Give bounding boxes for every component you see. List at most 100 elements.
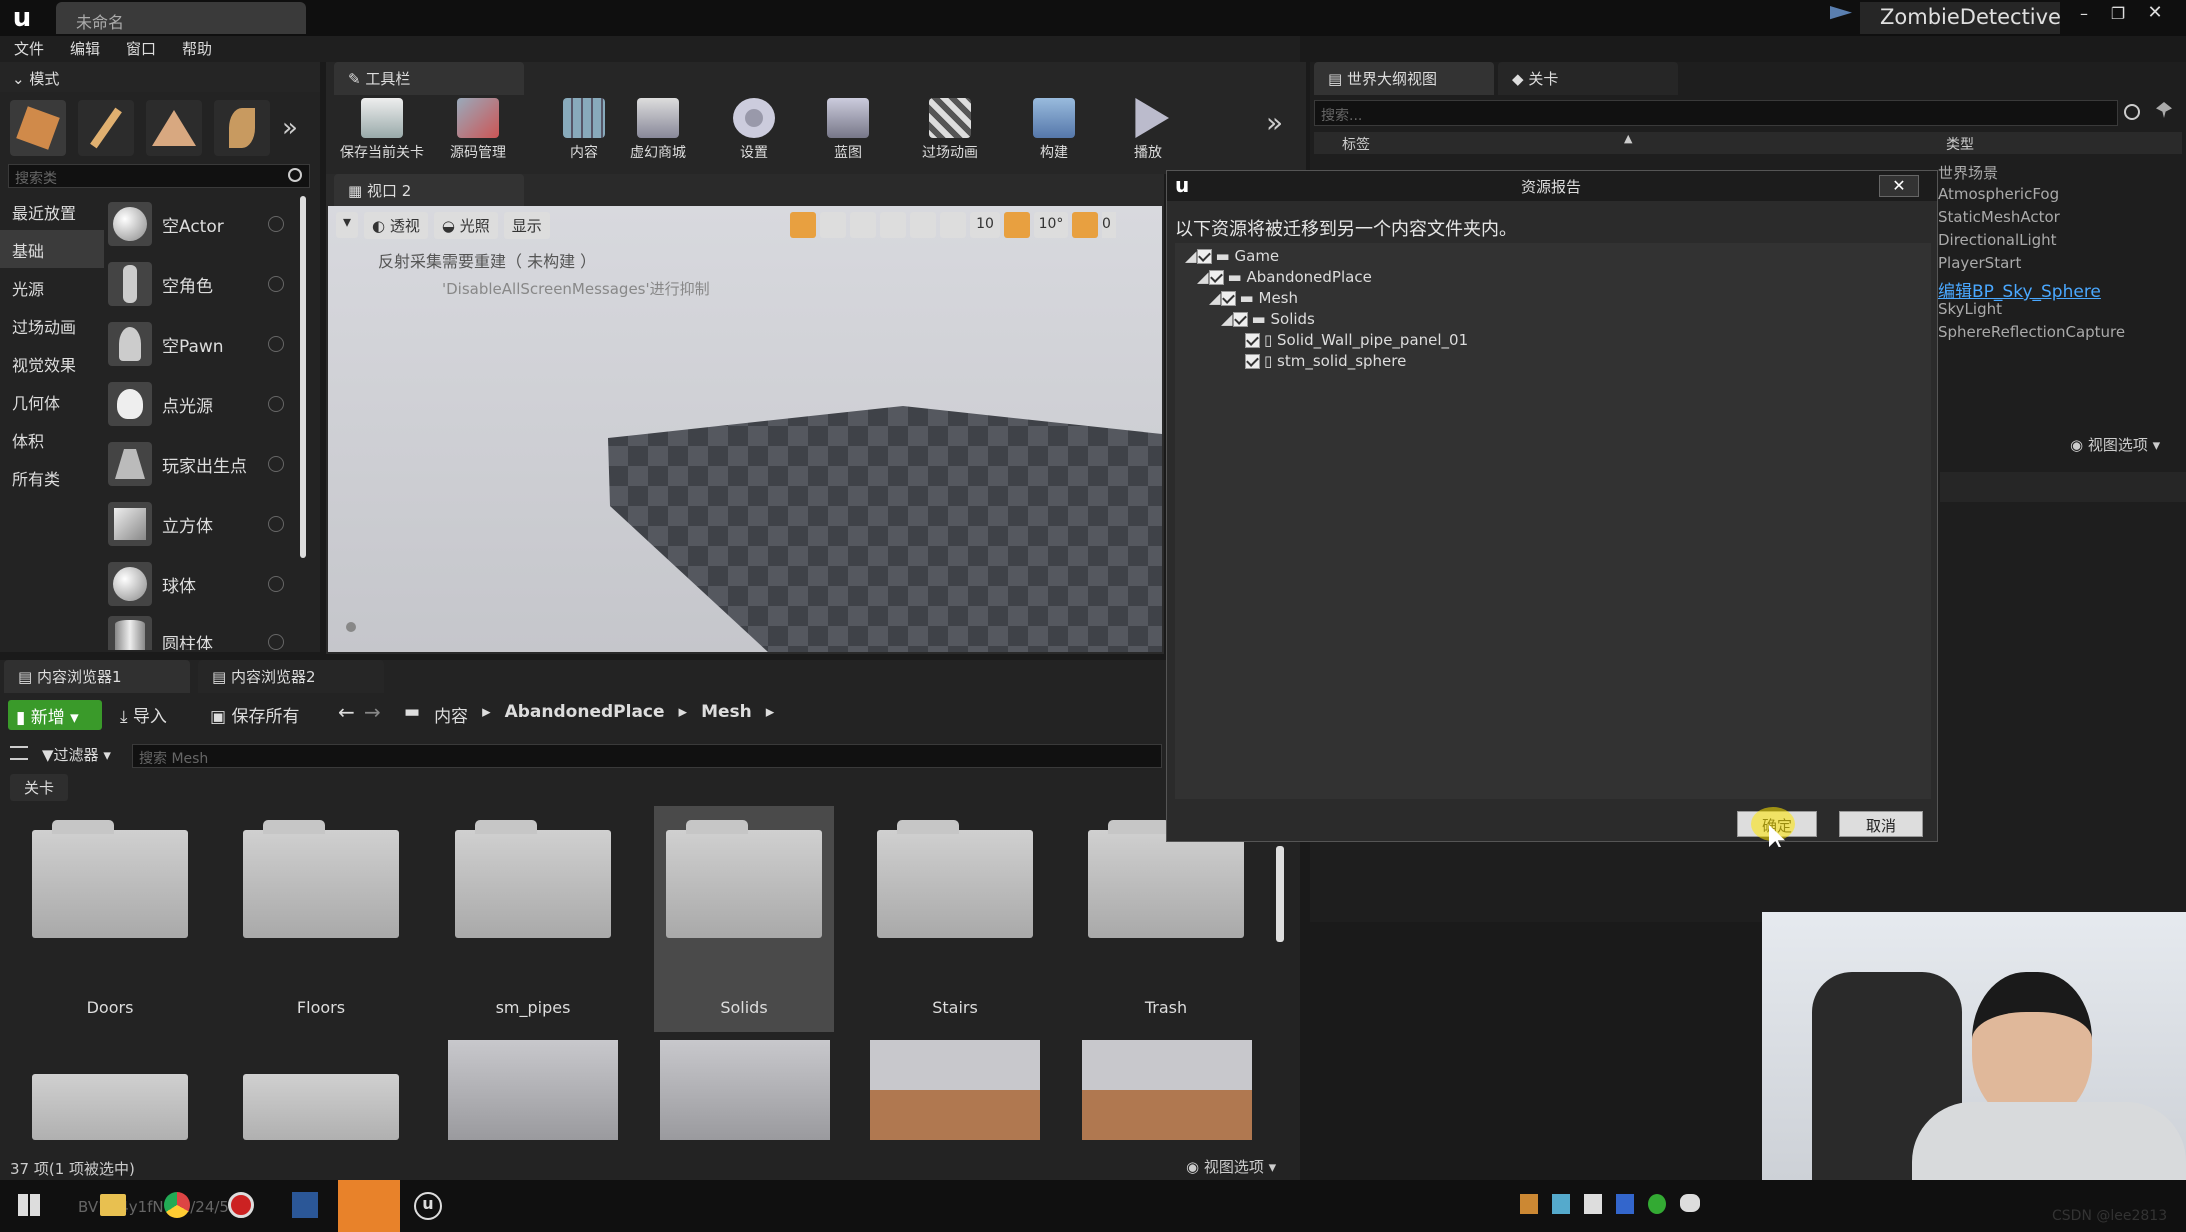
- place-item-empty-actor[interactable]: 空Actor: [108, 196, 298, 252]
- filters-dropdown[interactable]: ▼过滤器 ▾: [42, 744, 111, 765]
- tab-content-browser-2[interactable]: ▤ 内容浏览器2: [198, 660, 384, 693]
- category-lights[interactable]: 光源: [0, 268, 104, 306]
- help-icon[interactable]: [268, 634, 284, 650]
- folder-tile-partial[interactable]: [32, 1074, 188, 1140]
- grid-size-value[interactable]: 10: [970, 212, 1000, 238]
- tray-app-icon[interactable]: [1584, 1194, 1602, 1214]
- close-button[interactable]: ✕: [2140, 2, 2170, 26]
- content-scrollbar[interactable]: [1276, 846, 1284, 942]
- pin-icon[interactable]: [2156, 102, 2172, 118]
- help-icon[interactable]: [268, 576, 284, 592]
- folder-tile-doors[interactable]: Doors: [20, 820, 200, 1017]
- windows-start-icon[interactable]: [18, 1194, 40, 1216]
- perspective-button[interactable]: ◐ 透视: [364, 212, 428, 239]
- import-button[interactable]: ⤓ 导入: [120, 702, 167, 727]
- asset-thumbnail[interactable]: [448, 1040, 618, 1140]
- viewport-options-dropdown[interactable]: ▾: [336, 212, 358, 238]
- modes-scrollbar[interactable]: [300, 196, 306, 558]
- place-item-empty-character[interactable]: 空角色: [108, 256, 298, 312]
- column-type[interactable]: 类型: [1946, 134, 1974, 154]
- tree-node-asset[interactable]: ▯ stm_solid_sphere: [1245, 352, 1406, 370]
- outliner-item[interactable]: 世界场景: [1938, 162, 1998, 183]
- tray-app-icon[interactable]: [1616, 1194, 1634, 1214]
- tree-node-mesh[interactable]: ◢ ▬ Mesh: [1209, 289, 1298, 307]
- save-level-button[interactable]: 保存当前关卡: [334, 98, 430, 162]
- tray-app-icon[interactable]: [1520, 1194, 1538, 1214]
- content-search-input[interactable]: 搜索 Mesh: [132, 744, 1162, 768]
- grid-snap-icon[interactable]: [940, 212, 966, 238]
- lit-button[interactable]: ◒ 光照: [433, 212, 498, 239]
- foliage-mode-icon[interactable]: [214, 100, 270, 156]
- translate-icon[interactable]: [790, 212, 816, 238]
- level-tab[interactable]: 未命名: [56, 2, 306, 34]
- place-mode-icon[interactable]: [10, 100, 66, 156]
- unreal-logo-icon[interactable]: u: [6, 3, 38, 33]
- obs-icon[interactable]: [338, 1180, 400, 1232]
- place-item-cylinder[interactable]: 圆柱体: [108, 616, 298, 650]
- checkbox[interactable]: [1220, 291, 1236, 306]
- outliner-view-options[interactable]: ◉ 视图选项 ▾: [2070, 434, 2160, 455]
- place-item-point-light[interactable]: 点光源: [108, 376, 298, 432]
- build-button[interactable]: 构建: [1016, 98, 1092, 162]
- viewport-tab[interactable]: ▦ 视口 2: [334, 174, 524, 207]
- breadcrumb-content[interactable]: 内容: [434, 702, 468, 727]
- help-icon[interactable]: [268, 216, 284, 232]
- checkbox[interactable]: [1232, 312, 1248, 327]
- category-geometry[interactable]: 几何体: [0, 382, 104, 420]
- maximize-button[interactable]: ❐: [2104, 4, 2132, 26]
- menu-edit[interactable]: 编辑: [70, 38, 100, 60]
- landscape-mode-icon[interactable]: [146, 100, 202, 156]
- rotation-snap-value[interactable]: 10°: [1034, 212, 1068, 238]
- tree-node-game[interactable]: ◢ ▬ Game: [1185, 247, 1279, 265]
- dialog-close-button[interactable]: ✕: [1879, 175, 1919, 197]
- settings-button[interactable]: 设置: [716, 98, 792, 162]
- tray-app-icon[interactable]: [1648, 1194, 1666, 1214]
- cancel-button[interactable]: 取消: [1839, 811, 1923, 837]
- asset-thumbnail[interactable]: [1082, 1040, 1252, 1140]
- minimize-button[interactable]: –: [2070, 4, 2098, 26]
- checkbox[interactable]: [1208, 270, 1224, 285]
- menu-help[interactable]: 帮助: [182, 38, 212, 60]
- paint-mode-icon[interactable]: [78, 100, 134, 156]
- marketplace-button[interactable]: 虚幻商城: [620, 98, 696, 162]
- category-all-classes[interactable]: 所有类: [0, 458, 104, 496]
- folder-tile-floors[interactable]: Floors: [231, 820, 411, 1017]
- file-explorer-icon[interactable]: [100, 1194, 126, 1216]
- scale-snap-icon[interactable]: [1072, 212, 1098, 238]
- category-cinematic[interactable]: 过场动画: [0, 306, 104, 344]
- level-filter-chip[interactable]: 关卡: [10, 774, 69, 801]
- outliner-item[interactable]: PlayerStart: [1938, 254, 2021, 272]
- forward-button[interactable]: →: [364, 700, 381, 724]
- play-button[interactable]: 播放: [1116, 98, 1180, 162]
- show-button[interactable]: 显示: [503, 212, 550, 239]
- outliner-item[interactable]: StaticMeshActor: [1938, 208, 2060, 226]
- record-icon[interactable]: [228, 1192, 254, 1218]
- tree-node-asset[interactable]: ▯ Solid_Wall_pipe_panel_01: [1245, 331, 1468, 349]
- tree-node-solids[interactable]: ◢ ▬ Solids: [1221, 310, 1315, 328]
- rotation-snap-icon[interactable]: [1004, 212, 1030, 238]
- help-icon[interactable]: [268, 336, 284, 352]
- more-toolbar-icon[interactable]: »: [1266, 106, 1283, 139]
- category-basic[interactable]: 基础: [0, 230, 104, 268]
- outliner-item[interactable]: DirectionalLight: [1938, 231, 2057, 249]
- breadcrumb-mesh[interactable]: Mesh: [701, 702, 752, 727]
- tree-node-abandonedplace[interactable]: ◢ ▬ AbandonedPlace: [1197, 268, 1372, 286]
- blueprints-button[interactable]: 蓝图: [810, 98, 886, 162]
- tab-world-outliner[interactable]: ▤ 世界大纲视图: [1314, 62, 1494, 95]
- world-local-icon[interactable]: [880, 212, 906, 238]
- category-recent[interactable]: 最近放置: [0, 192, 104, 230]
- category-visual-effects[interactable]: 视觉效果: [0, 344, 104, 382]
- scale-snap-value[interactable]: 0: [1102, 212, 1116, 238]
- checkbox[interactable]: [1245, 333, 1260, 348]
- chrome-icon[interactable]: [164, 1192, 190, 1218]
- sources-toggle-icon[interactable]: [10, 746, 28, 760]
- folder-tile-partial[interactable]: [243, 1074, 399, 1140]
- menu-window[interactable]: 窗口: [126, 38, 156, 60]
- unreal-taskbar-icon[interactable]: u: [414, 1192, 442, 1220]
- column-label[interactable]: 标签: [1342, 134, 1370, 154]
- surface-snap-icon[interactable]: [910, 212, 936, 238]
- flag-icon[interactable]: [1830, 6, 1852, 20]
- folder-tile-solids[interactable]: Solids: [654, 806, 834, 1032]
- place-item-empty-pawn[interactable]: 空Pawn: [108, 316, 298, 372]
- tab-levels[interactable]: ◆ 关卡: [1498, 62, 1678, 95]
